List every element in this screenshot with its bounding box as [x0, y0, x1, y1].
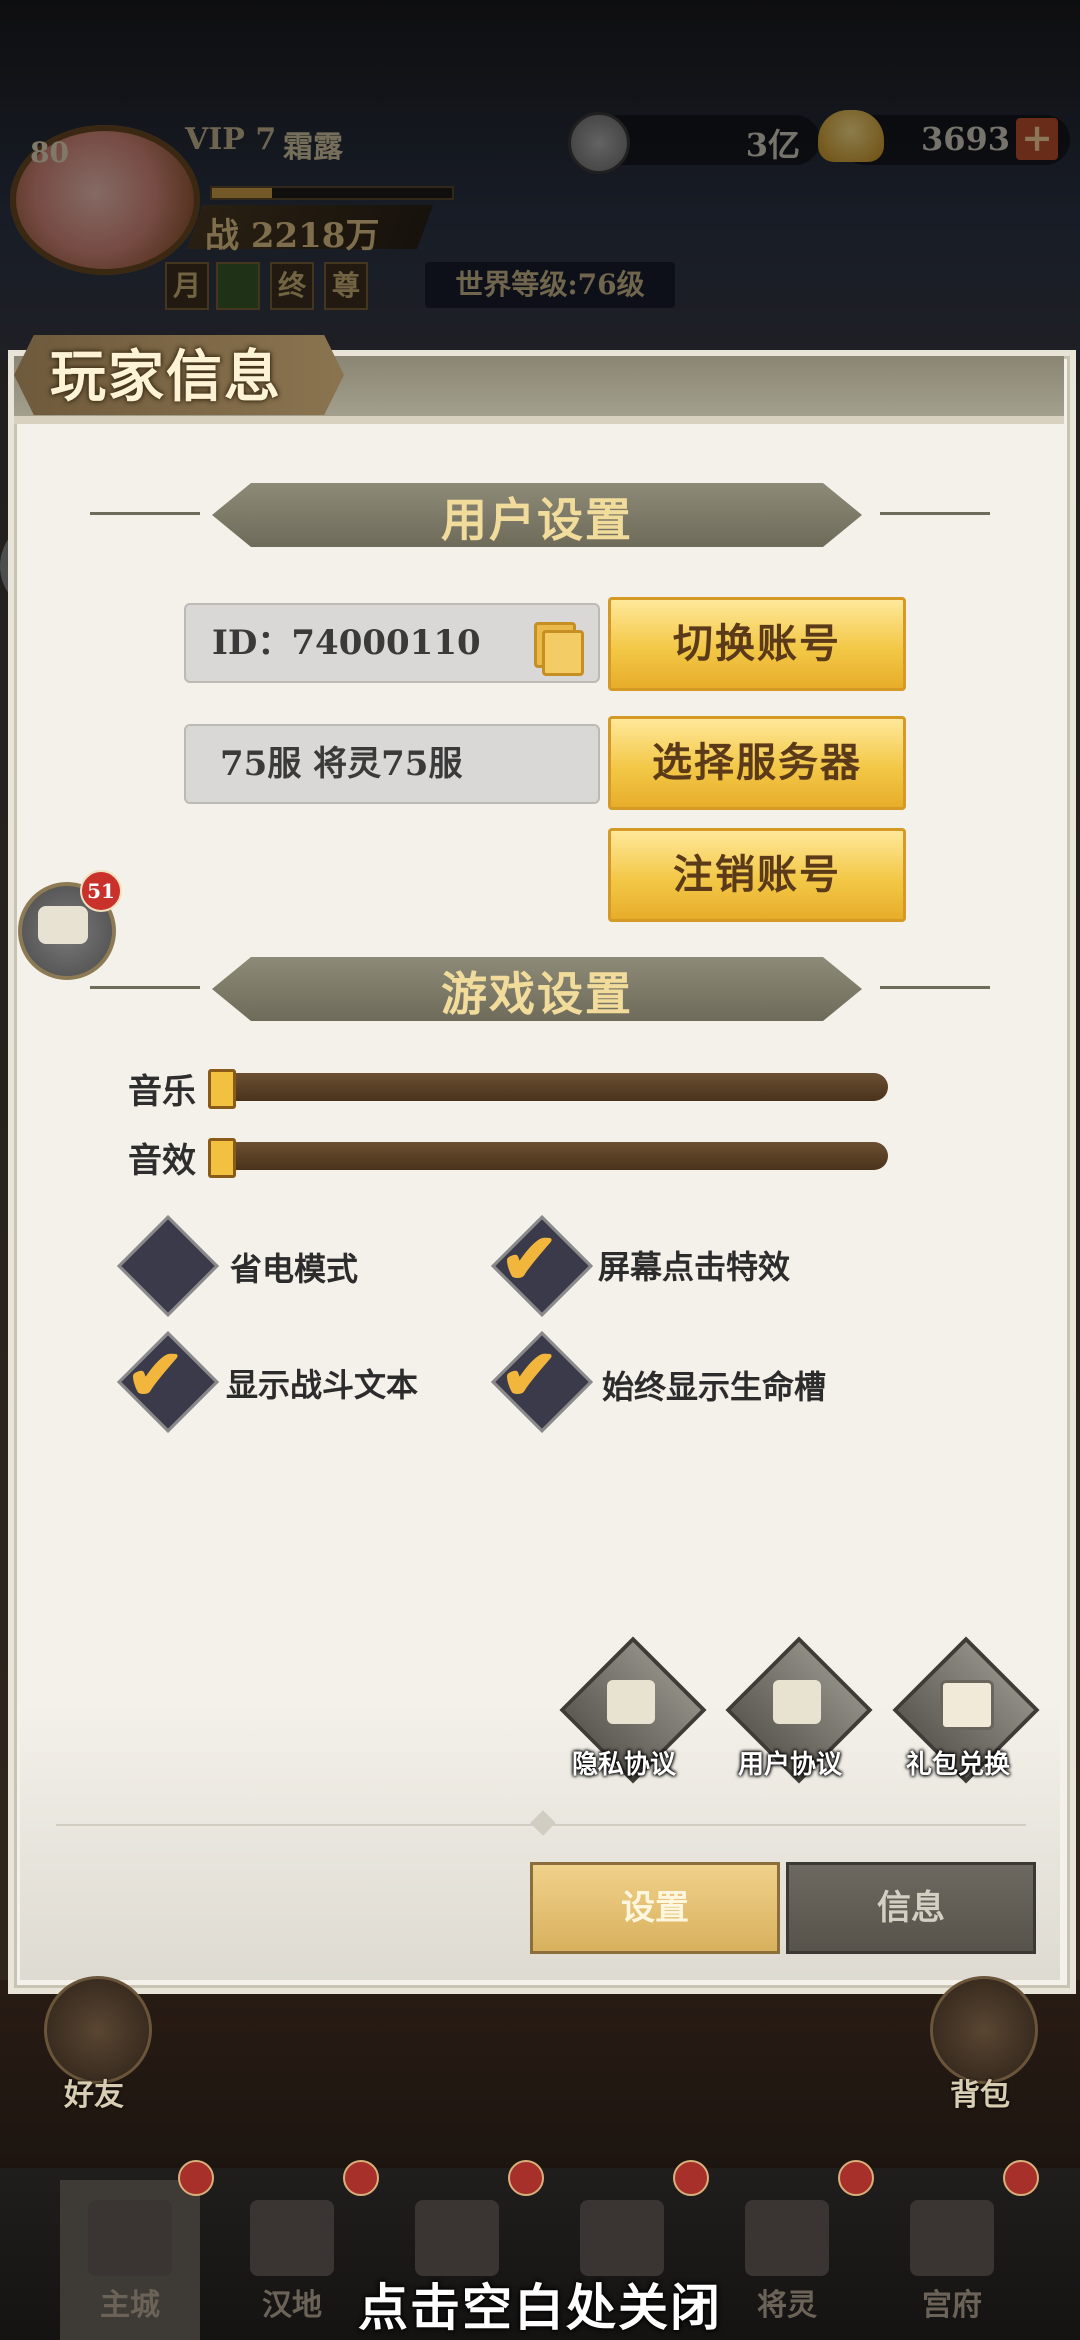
health-bar-check-icon: ✔: [500, 1333, 559, 1416]
scroll-icon: [773, 1680, 821, 1724]
general-spirit-icon: [745, 2200, 829, 2276]
battle-swords-icon[interactable]: [415, 2200, 499, 2276]
section-rule-right-2: [880, 986, 990, 989]
nav-notification-dot: [343, 2160, 379, 2196]
gift-box-icon: [940, 1680, 994, 1730]
music-slider-track[interactable]: [208, 1073, 888, 1101]
battle-text-label: 显示战斗文本: [226, 1366, 419, 1404]
panel-title: 玩家信息: [50, 344, 282, 410]
tap-effect-label: 屏幕点击特效: [598, 1248, 791, 1286]
scroll-icon: [607, 1680, 655, 1724]
select-server-button[interactable]: 选择服务器: [608, 716, 906, 810]
close-hint: 点击空白处关闭: [358, 2278, 722, 2337]
tab-settings[interactable]: 设置: [530, 1862, 780, 1954]
nav-notification-dot: [1003, 2160, 1039, 2196]
chat-unread-badge: 51: [80, 870, 122, 912]
copy-icon-front[interactable]: [542, 630, 584, 676]
sfx-slider-knob[interactable]: [208, 1138, 236, 1178]
game-settings-heading: 游戏设置: [441, 967, 633, 1021]
tab-info[interactable]: 信息: [786, 1862, 1036, 1954]
user-agreement-label: 用户协议: [738, 1750, 843, 1780]
han-land-icon: [250, 2200, 334, 2276]
server-field: 75服 将灵75服: [184, 724, 600, 804]
nav-notification-dot: [838, 2160, 874, 2196]
sfx-label: 音效: [128, 1141, 196, 1181]
user-settings-heading: 用户设置: [441, 493, 633, 547]
friends-button[interactable]: [44, 1976, 152, 2084]
section-rule-right: [880, 512, 990, 515]
battle-text-check-icon: ✔: [126, 1333, 185, 1416]
music-label: 音乐: [128, 1072, 196, 1112]
section-rule-left-2: [90, 986, 200, 989]
sfx-slider-track[interactable]: [208, 1142, 888, 1170]
logout-button[interactable]: 注销账号: [608, 828, 906, 922]
main-city-icon: [88, 2200, 172, 2276]
palace-icon: [910, 2200, 994, 2276]
panel-header-divider: [14, 416, 1064, 424]
power-saving-label: 省电模式: [230, 1250, 359, 1288]
health-bar-label: 始终显示生命槽: [602, 1368, 827, 1406]
friends-label: 好友: [64, 2078, 124, 2113]
gift-redeem-label: 礼包兑换: [906, 1750, 1011, 1780]
nav-notification-dot: [673, 2160, 709, 2196]
music-slider-knob[interactable]: [208, 1069, 236, 1109]
bag-label: 背包: [950, 2078, 1010, 2113]
tap-effect-check-icon: ✔: [500, 1217, 559, 1300]
nav-notification-dot: [508, 2160, 544, 2196]
bag-button[interactable]: [930, 1976, 1038, 2084]
chat-icon: [38, 906, 88, 944]
privacy-policy-label: 隐私协议: [572, 1750, 677, 1780]
switch-account-button[interactable]: 切换账号: [608, 597, 906, 691]
nav-notification-dot: [178, 2160, 214, 2196]
emblem-icon[interactable]: [580, 2200, 664, 2276]
section-rule-left: [90, 512, 200, 515]
